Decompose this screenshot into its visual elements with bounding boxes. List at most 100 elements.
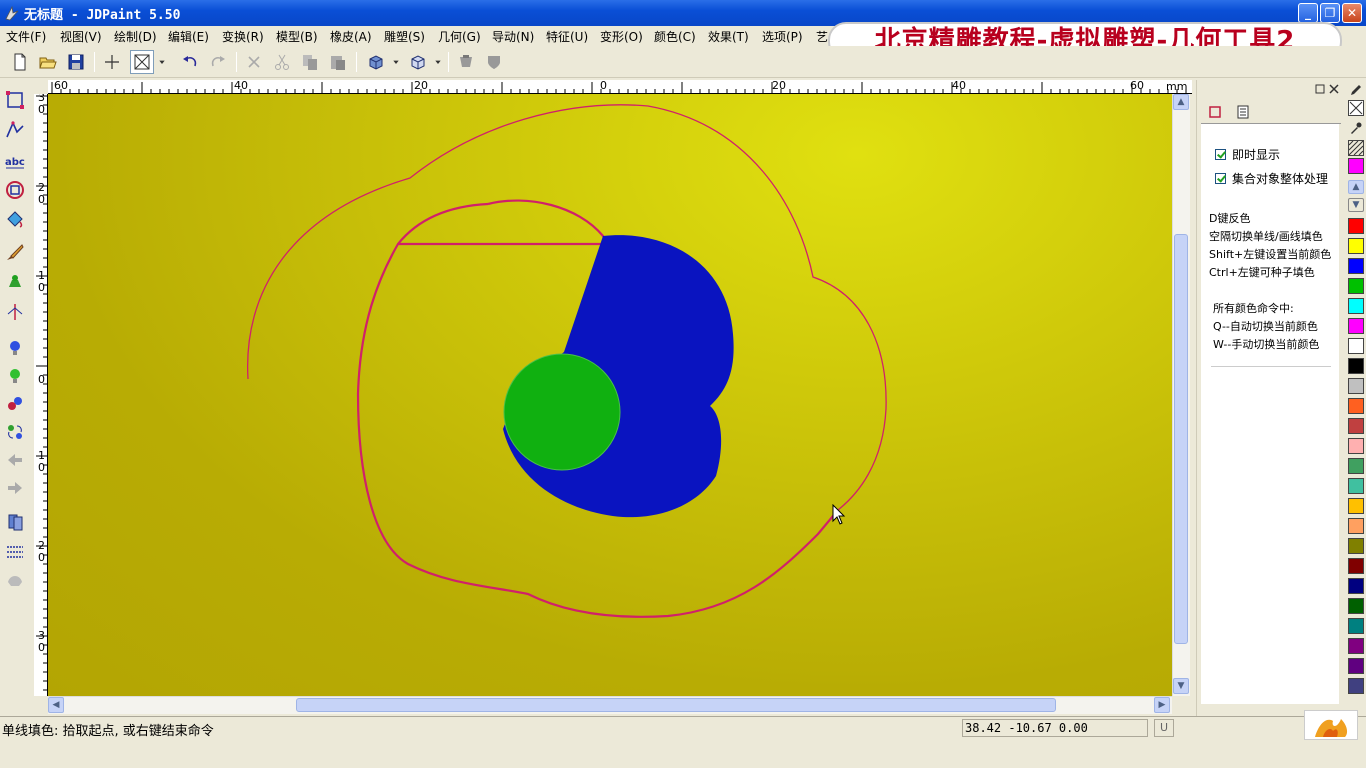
scroll-up-button[interactable]: ▲: [1173, 94, 1189, 110]
pen-tool[interactable]: [1348, 82, 1364, 98]
menu-eraser[interactable]: 橡皮(A): [330, 28, 372, 45]
color-swatch[interactable]: [1348, 218, 1364, 234]
minimize-button[interactable]: _: [1298, 3, 1318, 23]
color-swatch[interactable]: [1348, 598, 1364, 614]
color-swatch[interactable]: [1348, 438, 1364, 454]
color-swatch[interactable]: [1348, 158, 1364, 174]
color-swatch[interactable]: [1348, 478, 1364, 494]
move-left-tool[interactable]: [3, 448, 27, 472]
menu-geometry[interactable]: 几何(G): [438, 28, 481, 45]
text-tool[interactable]: abc: [3, 150, 27, 174]
shield-button[interactable]: [482, 50, 506, 74]
color-swatch[interactable]: [1348, 518, 1364, 534]
color-swatch[interactable]: [1348, 578, 1364, 594]
close-button[interactable]: ✕: [1342, 3, 1362, 23]
menu-effect[interactable]: 效果(T): [708, 28, 749, 45]
crosshair-button[interactable]: [100, 50, 124, 74]
menu-draw[interactable]: 绘制(D): [114, 28, 157, 45]
green-disc[interactable]: [503, 353, 621, 471]
app-icon[interactable]: [4, 5, 20, 21]
color-swatch[interactable]: [1348, 638, 1364, 654]
eyedropper-tool[interactable]: [1348, 120, 1364, 136]
menu-sculpt[interactable]: 雕塑(S): [384, 28, 425, 45]
menu-file[interactable]: 文件(F): [6, 28, 46, 45]
checkbox-box[interactable]: [1215, 173, 1226, 184]
vertical-scroll-thumb[interactable]: [1174, 234, 1188, 644]
menu-options[interactable]: 选项(P): [762, 28, 803, 45]
paste-button[interactable]: [326, 50, 350, 74]
menu-model[interactable]: 模型(B): [276, 28, 318, 45]
view-3d-dropdown[interactable]: [390, 50, 402, 74]
color-swatch[interactable]: [1348, 658, 1364, 674]
copy-button[interactable]: [298, 50, 322, 74]
menu-deform[interactable]: 变形(O): [600, 28, 643, 45]
scroll-left-button[interactable]: ◀: [48, 697, 64, 713]
menu-guide[interactable]: 导动(N): [492, 28, 534, 45]
light-tool-1[interactable]: [3, 336, 27, 360]
color-swatch[interactable]: [1348, 678, 1364, 694]
horizontal-scroll-thumb[interactable]: [296, 698, 1056, 712]
color-swatch[interactable]: [1348, 618, 1364, 634]
color-swatch[interactable]: [1348, 558, 1364, 574]
select-dropdown-button[interactable]: [156, 50, 168, 74]
color-swatch[interactable]: [1348, 338, 1364, 354]
light-tool-3[interactable]: [3, 392, 27, 416]
cut-button[interactable]: [270, 50, 294, 74]
horizontal-scrollbar[interactable]: ◀ ▶: [48, 696, 1172, 714]
brush-tool[interactable]: [3, 240, 27, 264]
color-swatch[interactable]: [1348, 418, 1364, 434]
color-swatch[interactable]: [1348, 298, 1364, 314]
move-right-tool[interactable]: [3, 476, 27, 500]
panel-pin-icon[interactable]: [1315, 84, 1325, 94]
panel-close-icon[interactable]: [1329, 84, 1339, 94]
color-swatch[interactable]: [1348, 538, 1364, 554]
new-file-button[interactable]: [8, 50, 32, 74]
offset-tool[interactable]: [3, 178, 27, 202]
color-swatch[interactable]: [1348, 498, 1364, 514]
menu-edit[interactable]: 编辑(E): [168, 28, 209, 45]
tab-document[interactable]: [1231, 102, 1255, 122]
drawing-canvas[interactable]: [48, 94, 1172, 696]
rotate-tool[interactable]: [3, 420, 27, 444]
color-swatch[interactable]: [1348, 378, 1364, 394]
group-process-checkbox[interactable]: 集合对象整体处理: [1215, 170, 1328, 187]
menu-color[interactable]: 颜色(C): [654, 28, 696, 45]
save-button[interactable]: [64, 50, 88, 74]
instant-display-checkbox[interactable]: 即时显示: [1215, 146, 1280, 163]
grid-tool[interactable]: [3, 540, 27, 564]
color-swatch[interactable]: [1348, 318, 1364, 334]
view-3d-button[interactable]: [364, 50, 388, 74]
color-swatch[interactable]: [1348, 278, 1364, 294]
unit-toggle-button[interactable]: U: [1154, 719, 1174, 737]
view-wire-dropdown[interactable]: [432, 50, 444, 74]
layers-tool[interactable]: [3, 510, 27, 534]
color-swatch[interactable]: [1348, 258, 1364, 274]
light-tool-2[interactable]: [3, 364, 27, 388]
menu-art[interactable]: 艺: [816, 28, 828, 45]
scroll-down-button[interactable]: ▼: [1173, 678, 1189, 694]
delete-button[interactable]: [242, 50, 266, 74]
view-wire-button[interactable]: [406, 50, 430, 74]
relief-tool[interactable]: [3, 568, 27, 592]
color-swatch[interactable]: [1348, 238, 1364, 254]
dimension-tool[interactable]: [3, 300, 27, 324]
select-node-tool[interactable]: [3, 88, 27, 112]
select-box-button[interactable]: [130, 50, 154, 74]
sculpt-tool[interactable]: [3, 270, 27, 294]
color-swatch[interactable]: [1348, 458, 1364, 474]
redo-button[interactable]: [206, 50, 230, 74]
checkbox-box[interactable]: [1215, 149, 1226, 160]
palette-scroll-up[interactable]: ▲: [1348, 180, 1364, 194]
undo-button[interactable]: [178, 50, 202, 74]
scroll-right-button[interactable]: ▶: [1154, 697, 1170, 713]
no-color-swatch[interactable]: [1348, 100, 1364, 116]
pattern-swatch[interactable]: [1348, 140, 1364, 156]
tab-nodes[interactable]: [1203, 102, 1227, 122]
fill-tool[interactable]: [3, 208, 27, 232]
menu-view[interactable]: 视图(V): [60, 28, 102, 45]
maximize-button[interactable]: ❐: [1320, 3, 1340, 23]
color-swatch[interactable]: [1348, 358, 1364, 374]
menu-feature[interactable]: 特征(U): [546, 28, 588, 45]
color-swatch[interactable]: [1348, 398, 1364, 414]
vertical-scrollbar[interactable]: ▲ ▼: [1172, 94, 1190, 696]
